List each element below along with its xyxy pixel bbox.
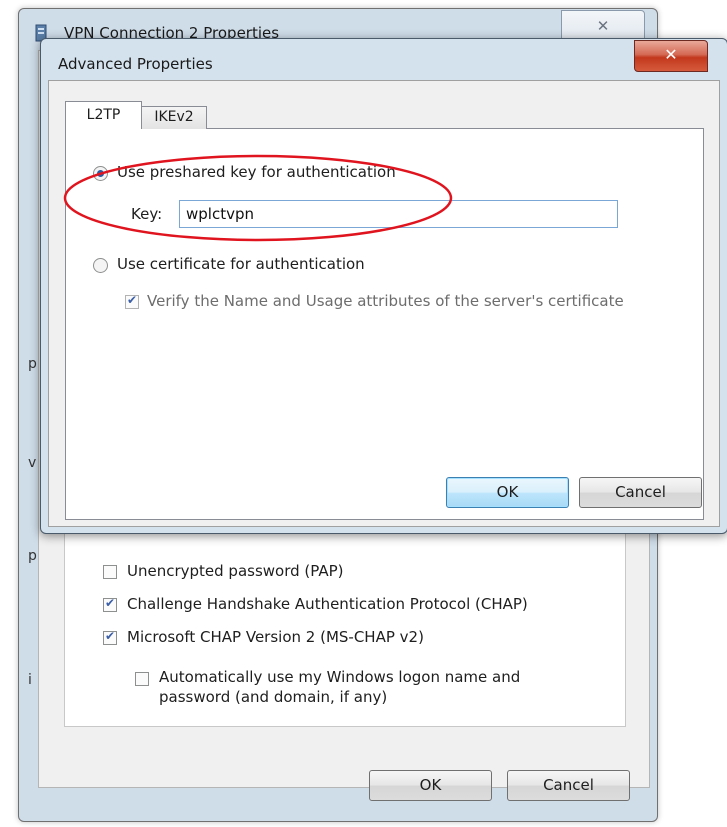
- close-icon: ✕: [596, 17, 610, 35]
- obscured-text: i: [28, 672, 32, 688]
- tab-l2tp[interactable]: L2TP: [65, 101, 142, 129]
- chap-checkbox[interactable]: [103, 596, 117, 612]
- obscured-text: v: [28, 455, 37, 471]
- pap-label: Unencrypted password (PAP): [127, 562, 344, 580]
- obscured-text: p: [28, 548, 37, 564]
- auto-logon-checkbox[interactable]: [135, 672, 149, 686]
- verify-server-certificate-checkbox[interactable]: [125, 293, 139, 309]
- ms-chap-v2-checkbox[interactable]: [103, 629, 117, 645]
- tab-ikev2[interactable]: IKEv2: [141, 106, 207, 129]
- pap-checkbox[interactable]: [103, 565, 117, 579]
- auto-logon-label-line2: password (and domain, if any): [159, 688, 388, 706]
- advanced-properties-close-button[interactable]: ✕: [634, 40, 708, 72]
- chap-label: Challenge Handshake Authentication Proto…: [127, 595, 528, 613]
- ms-chap-v2-label: Microsoft CHAP Version 2 (MS-CHAP v2): [127, 628, 424, 646]
- advanced-ok-button[interactable]: OK: [446, 477, 569, 508]
- advanced-properties-title: Advanced Properties: [58, 55, 213, 73]
- obscured-text: p: [28, 356, 37, 372]
- close-icon: ✕: [664, 45, 678, 64]
- certificate-label: Use certificate for authentication: [117, 255, 365, 273]
- vpn-properties-ok-button[interactable]: OK: [369, 770, 492, 801]
- advanced-cancel-button[interactable]: Cancel: [579, 477, 702, 508]
- certificate-radio[interactable]: [93, 258, 108, 273]
- auto-logon-label-line1: Automatically use my Windows logon name …: [159, 668, 521, 686]
- verify-server-certificate-label: Verify the Name and Usage attributes of …: [147, 292, 624, 310]
- vpn-properties-cancel-button[interactable]: Cancel: [507, 770, 630, 801]
- annotation-ellipse: [63, 154, 453, 242]
